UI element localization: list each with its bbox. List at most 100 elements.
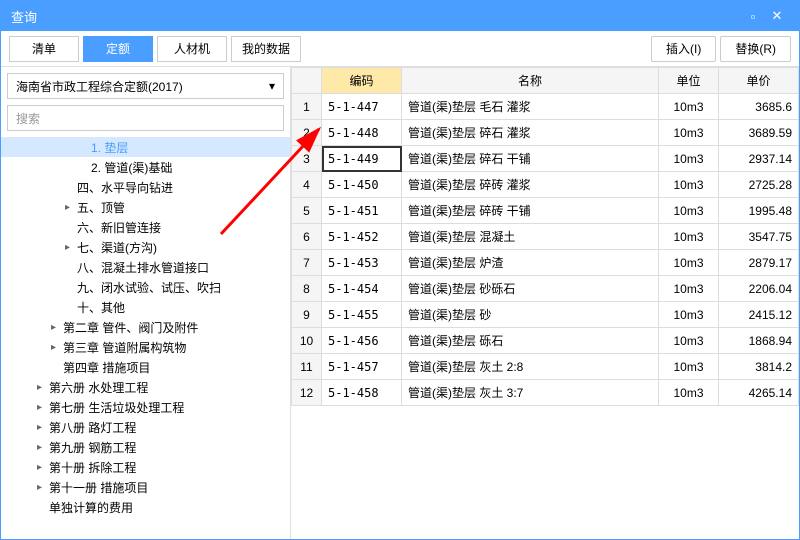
tree-item[interactable]: ▸五、顶管	[1, 197, 290, 217]
expand-icon[interactable]: ▸	[37, 482, 49, 493]
cell-price[interactable]: 2725.28	[719, 172, 799, 198]
cell-name[interactable]: 管道(渠)垫层 碎石 干铺	[402, 146, 659, 172]
tab-mydata[interactable]: 我的数据	[231, 36, 301, 62]
col-name[interactable]: 名称	[402, 68, 659, 94]
cell-code[interactable]: 5-1-457	[322, 354, 402, 380]
tree-item[interactable]: ▸第十册 拆除工程	[1, 457, 290, 477]
cell-name[interactable]: 管道(渠)垫层 砂砾石	[402, 276, 659, 302]
tree-item[interactable]: ▸第二章 管件、阀门及附件	[1, 317, 290, 337]
table-row[interactable]: 35-1-449管道(渠)垫层 碎石 干铺10m32937.14	[292, 146, 799, 172]
tree-item[interactable]: 四、水平导向钻进	[1, 177, 290, 197]
expand-icon[interactable]: ▸	[37, 442, 49, 453]
expand-icon[interactable]: ▸	[51, 322, 63, 333]
tab-material[interactable]: 人材机	[157, 36, 227, 62]
col-price[interactable]: 单价	[719, 68, 799, 94]
expand-icon[interactable]: ▸	[51, 342, 63, 353]
cell-code[interactable]: 5-1-451	[322, 198, 402, 224]
cell-price[interactable]: 2415.12	[719, 302, 799, 328]
cell-code[interactable]: 5-1-458	[322, 380, 402, 406]
cell-unit[interactable]: 10m3	[659, 198, 719, 224]
replace-button[interactable]: 替换(R)	[720, 36, 791, 62]
cell-price[interactable]: 3685.6	[719, 94, 799, 120]
cell-rownum[interactable]: 7	[292, 250, 322, 276]
col-code[interactable]: 编码	[322, 68, 402, 94]
cell-name[interactable]: 管道(渠)垫层 碎砖 干铺	[402, 198, 659, 224]
cell-unit[interactable]: 10m3	[659, 94, 719, 120]
tree-item[interactable]: ▸七、渠道(方沟)	[1, 237, 290, 257]
cell-rownum[interactable]: 5	[292, 198, 322, 224]
cell-price[interactable]: 2937.14	[719, 146, 799, 172]
cell-code[interactable]: 5-1-452	[322, 224, 402, 250]
cell-price[interactable]: 3689.59	[719, 120, 799, 146]
cell-rownum[interactable]: 1	[292, 94, 322, 120]
table-row[interactable]: 95-1-455管道(渠)垫层 砂10m32415.12	[292, 302, 799, 328]
cell-name[interactable]: 管道(渠)垫层 混凝土	[402, 224, 659, 250]
expand-icon[interactable]: ▸	[65, 202, 77, 213]
cell-price[interactable]: 2206.04	[719, 276, 799, 302]
cell-rownum[interactable]: 11	[292, 354, 322, 380]
cell-name[interactable]: 管道(渠)垫层 毛石 灌浆	[402, 94, 659, 120]
tab-list[interactable]: 清单	[9, 36, 79, 62]
cell-price[interactable]: 3547.75	[719, 224, 799, 250]
expand-icon[interactable]: ▸	[65, 242, 77, 253]
expand-icon[interactable]: ▸	[37, 462, 49, 473]
tree-item[interactable]: 单独计算的费用	[1, 497, 290, 517]
tree-item[interactable]: 九、闭水试验、试压、吹扫	[1, 277, 290, 297]
cell-price[interactable]: 4265.14	[719, 380, 799, 406]
table-row[interactable]: 115-1-457管道(渠)垫层 灰土 2:810m33814.2	[292, 354, 799, 380]
cell-rownum[interactable]: 2	[292, 120, 322, 146]
cell-code[interactable]: 5-1-450	[322, 172, 402, 198]
tree-item[interactable]: ▸第七册 生活垃圾处理工程	[1, 397, 290, 417]
cell-price[interactable]: 1995.48	[719, 198, 799, 224]
cell-unit[interactable]: 10m3	[659, 328, 719, 354]
cell-code[interactable]: 5-1-448	[322, 120, 402, 146]
table-row[interactable]: 65-1-452管道(渠)垫层 混凝土10m33547.75	[292, 224, 799, 250]
tree-item[interactable]: 2. 管道(渠)基础	[1, 157, 290, 177]
col-rownum[interactable]	[292, 68, 322, 94]
cell-unit[interactable]: 10m3	[659, 380, 719, 406]
cell-unit[interactable]: 10m3	[659, 354, 719, 380]
cell-price[interactable]: 1868.94	[719, 328, 799, 354]
cell-price[interactable]: 3814.2	[719, 354, 799, 380]
cell-unit[interactable]: 10m3	[659, 250, 719, 276]
table-row[interactable]: 45-1-450管道(渠)垫层 碎砖 灌浆10m32725.28	[292, 172, 799, 198]
cell-code[interactable]: 5-1-455	[322, 302, 402, 328]
table-row[interactable]: 85-1-454管道(渠)垫层 砂砾石10m32206.04	[292, 276, 799, 302]
cell-unit[interactable]: 10m3	[659, 146, 719, 172]
table-row[interactable]: 105-1-456管道(渠)垫层 砾石10m31868.94	[292, 328, 799, 354]
table-row[interactable]: 15-1-447管道(渠)垫层 毛石 灌浆10m33685.6	[292, 94, 799, 120]
cell-rownum[interactable]: 4	[292, 172, 322, 198]
expand-icon[interactable]: ▸	[37, 422, 49, 433]
tab-quota[interactable]: 定额	[83, 36, 153, 62]
cell-name[interactable]: 管道(渠)垫层 灰土 3:7	[402, 380, 659, 406]
cell-unit[interactable]: 10m3	[659, 172, 719, 198]
cell-rownum[interactable]: 8	[292, 276, 322, 302]
minimize-icon[interactable]: ▫	[741, 6, 765, 26]
tree-view[interactable]: 1. 垫层2. 管道(渠)基础四、水平导向钻进▸五、顶管六、新旧管连接▸七、渠道…	[1, 137, 290, 539]
cell-code[interactable]: 5-1-456	[322, 328, 402, 354]
tree-item[interactable]: 八、混凝土排水管道接口	[1, 257, 290, 277]
cell-unit[interactable]: 10m3	[659, 224, 719, 250]
cell-name[interactable]: 管道(渠)垫层 炉渣	[402, 250, 659, 276]
table-row[interactable]: 125-1-458管道(渠)垫层 灰土 3:710m34265.14	[292, 380, 799, 406]
cell-rownum[interactable]: 3	[292, 146, 322, 172]
tree-item[interactable]: 十、其他	[1, 297, 290, 317]
tree-item[interactable]: ▸第十一册 措施项目	[1, 477, 290, 497]
cell-name[interactable]: 管道(渠)垫层 碎石 灌浆	[402, 120, 659, 146]
cell-code[interactable]: 5-1-453	[322, 250, 402, 276]
cell-code[interactable]: 5-1-447	[322, 94, 402, 120]
tree-item[interactable]: ▸第九册 钢筋工程	[1, 437, 290, 457]
table-row[interactable]: 75-1-453管道(渠)垫层 炉渣10m32879.17	[292, 250, 799, 276]
quota-dropdown[interactable]: 海南省市政工程综合定额(2017) ▾	[7, 73, 284, 99]
tree-item[interactable]: 1. 垫层	[1, 137, 290, 157]
cell-unit[interactable]: 10m3	[659, 120, 719, 146]
table-row[interactable]: 55-1-451管道(渠)垫层 碎砖 干铺10m31995.48	[292, 198, 799, 224]
cell-code[interactable]: 5-1-449	[322, 146, 402, 172]
insert-button[interactable]: 插入(I)	[651, 36, 716, 62]
cell-rownum[interactable]: 12	[292, 380, 322, 406]
cell-code[interactable]: 5-1-454	[322, 276, 402, 302]
tree-item[interactable]: 六、新旧管连接	[1, 217, 290, 237]
cell-unit[interactable]: 10m3	[659, 276, 719, 302]
cell-rownum[interactable]: 9	[292, 302, 322, 328]
cell-unit[interactable]: 10m3	[659, 302, 719, 328]
